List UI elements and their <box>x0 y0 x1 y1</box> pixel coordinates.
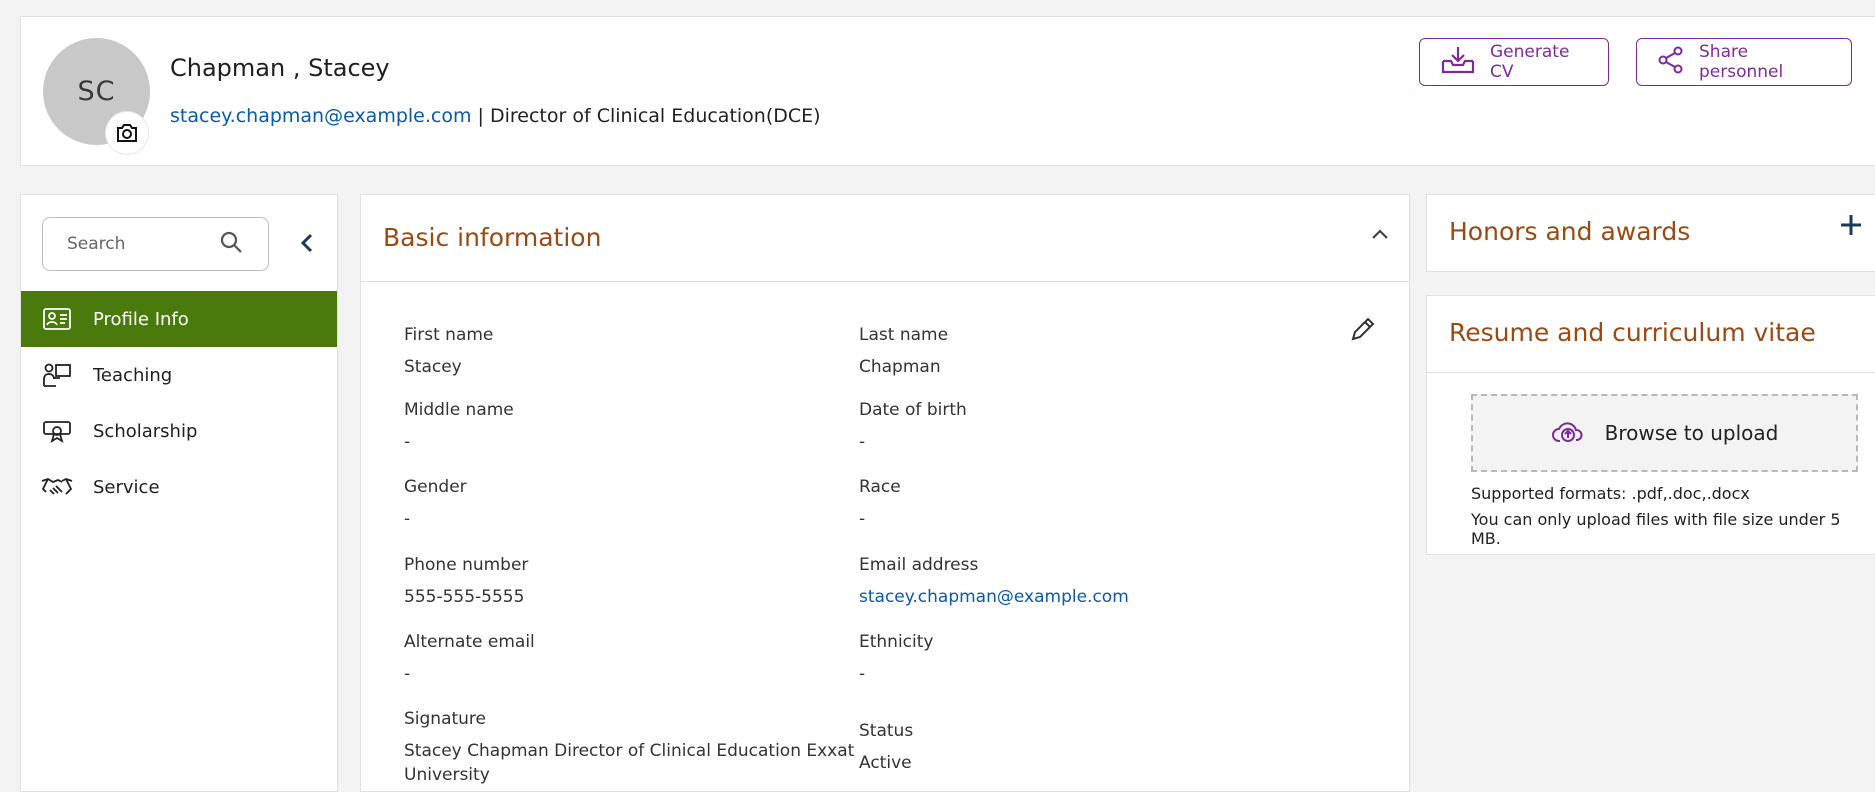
sidebar-item-label: Scholarship <box>93 420 198 442</box>
profile-card-icon <box>41 305 73 333</box>
field-alternate-email: Alternate email - <box>404 632 535 686</box>
field-label: Phone number <box>404 555 529 575</box>
search-input[interactable] <box>65 233 219 255</box>
field-date-of-birth: Date of birth - <box>859 400 967 454</box>
share-personnel-label: Share personnel <box>1699 42 1784 82</box>
field-gender: Gender - <box>404 477 467 531</box>
section-title: Basic information <box>383 223 602 252</box>
field-label: Ethnicity <box>859 632 934 652</box>
field-value: Stacey <box>404 357 462 377</box>
field-value: - <box>859 509 866 529</box>
share-personnel-button[interactable]: Share personnel <box>1636 38 1852 86</box>
field-label: Gender <box>404 477 467 497</box>
handshake-icon <box>41 473 73 501</box>
sidebar-item-label: Service <box>93 476 160 498</box>
sidebar-item-profile-info[interactable]: Profile Info <box>21 291 337 347</box>
edit-pencil-icon[interactable] <box>1349 315 1377 347</box>
field-ethnicity: Ethnicity - <box>859 632 933 686</box>
field-label: Middle name <box>404 400 514 420</box>
field-label: Email address <box>859 555 979 575</box>
field-value: - <box>404 664 411 684</box>
share-icon <box>1657 46 1685 79</box>
file-size-note: You can only upload files with file size… <box>1471 510 1841 548</box>
download-tray-icon <box>1440 45 1476 80</box>
honors-awards-card: Honors and awards <box>1426 194 1875 272</box>
scholarship-icon <box>41 417 73 445</box>
honors-title: Honors and awards <box>1449 217 1691 246</box>
generate-cv-label: Generate CV <box>1490 42 1570 82</box>
field-value: Active <box>859 753 912 773</box>
basic-information-card: Basic information First name Stacey Last… <box>360 194 1410 792</box>
sidebar-item-label: Profile Info <box>93 308 189 330</box>
field-value: - <box>404 432 411 452</box>
field-email-address: Email address stacey.chapman@example.com <box>859 555 1129 609</box>
field-label: Date of birth <box>859 400 967 420</box>
basic-information-header[interactable]: Basic information <box>361 195 1409 282</box>
field-race: Race - <box>859 477 901 531</box>
field-middle-name: Middle name - <box>404 400 514 454</box>
resume-cv-card: Resume and curriculum vitae Browse to up… <box>1426 295 1875 555</box>
email-link[interactable]: stacey.chapman@example.com <box>859 585 1129 609</box>
chevron-up-icon[interactable] <box>1371 225 1389 244</box>
avatar-initials: SC <box>77 76 116 107</box>
upload-dropzone[interactable]: Browse to upload <box>1471 394 1858 472</box>
signature-line-1: Stacey Chapman Director of Clinical Educ… <box>404 741 855 761</box>
field-value: 555-555-5555 <box>404 587 525 607</box>
profile-name: Chapman , Stacey <box>170 54 390 82</box>
field-label: First name <box>404 325 494 345</box>
field-first-name: First name Stacey <box>404 325 493 379</box>
chevron-left-icon <box>300 233 314 257</box>
plus-icon[interactable] <box>1839 213 1863 241</box>
sidebar: Profile Info Teaching <box>20 194 338 792</box>
cloud-upload-icon <box>1551 418 1585 449</box>
field-last-name: Last name Chapman <box>859 325 948 379</box>
generate-cv-button[interactable]: Generate CV <box>1419 38 1609 86</box>
resume-title: Resume and curriculum vitae <box>1449 318 1816 347</box>
field-signature: Signature Stacey Chapman Director of Cli… <box>404 709 854 787</box>
teaching-icon <box>41 361 73 389</box>
upload-label: Browse to upload <box>1604 421 1779 445</box>
sidebar-item-scholarship[interactable]: Scholarship <box>21 403 337 459</box>
camera-icon[interactable] <box>106 112 148 154</box>
subline-separator: | <box>471 105 490 127</box>
field-label: Status <box>859 721 914 741</box>
sidebar-item-teaching[interactable]: Teaching <box>21 347 337 403</box>
field-phone-number: Phone number 555-555-5555 <box>404 555 528 609</box>
sidebar-item-service[interactable]: Service <box>21 459 337 515</box>
field-value: - <box>859 664 866 684</box>
search-icon[interactable] <box>219 230 243 258</box>
app-root: SC Chapman , Stacey stacey.chapman@examp… <box>0 0 1875 792</box>
field-value: - <box>404 509 411 529</box>
profile-subline: stacey.chapman@example.com | Director of… <box>170 105 821 127</box>
profile-header: SC Chapman , Stacey stacey.chapman@examp… <box>20 16 1875 166</box>
field-label: Alternate email <box>404 632 535 652</box>
supported-formats-text: Supported formats: .pdf,.doc,.docx <box>1471 484 1750 503</box>
field-label: Last name <box>859 325 949 345</box>
resume-header: Resume and curriculum vitae <box>1427 296 1875 373</box>
field-status: Status Active <box>859 721 913 775</box>
profile-email-link[interactable]: stacey.chapman@example.com <box>170 105 472 127</box>
sidebar-item-label: Teaching <box>93 364 173 386</box>
signature-line-2: University <box>404 765 490 785</box>
field-label: Race <box>859 477 901 497</box>
field-label: Signature <box>404 709 487 729</box>
field-value: - <box>859 432 866 452</box>
field-value: Chapman <box>859 357 941 377</box>
sidebar-search[interactable] <box>42 217 269 271</box>
collapse-sidebar-button[interactable] <box>293 231 321 259</box>
sidebar-nav: Profile Info Teaching Scholarship Servic… <box>21 291 337 515</box>
profile-role: Director of Clinical Education(DCE) <box>489 105 821 127</box>
